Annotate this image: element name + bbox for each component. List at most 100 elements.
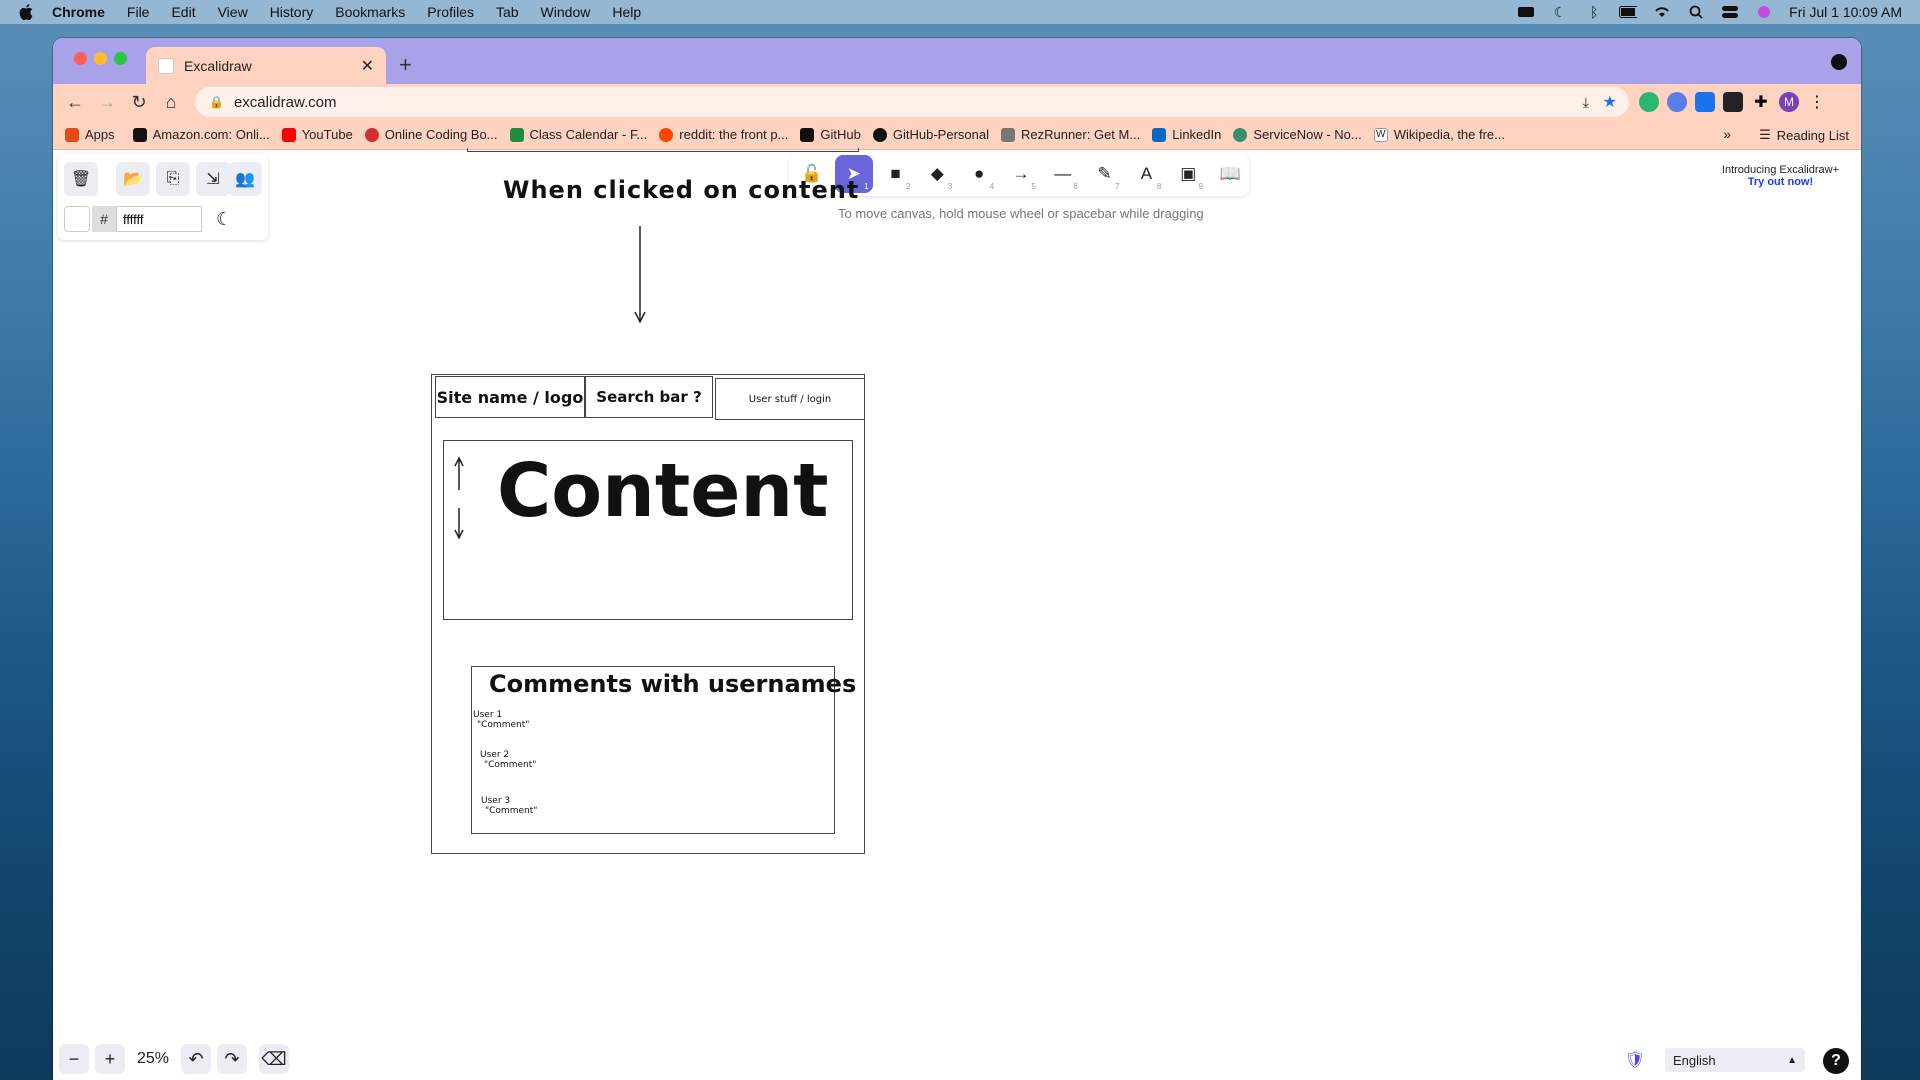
menu-help[interactable]: Help <box>612 4 641 20</box>
hex-color-input[interactable] <box>116 206 202 232</box>
apple-icon[interactable] <box>0 4 52 20</box>
wireframe-header-user[interactable]: User stuff / login <box>715 378 865 420</box>
comment-item[interactable]: User 1 "Comment" <box>473 710 529 730</box>
wireframe-content-label[interactable]: Content <box>497 448 828 534</box>
tool-shortcut: 2 <box>905 182 911 191</box>
extension-icon[interactable] <box>1667 92 1687 112</box>
trash-icon[interactable]: 🗑 <box>64 162 98 196</box>
keyboard-icon[interactable] <box>1517 5 1535 19</box>
bookmark-class-calendar[interactable]: Class Calendar - F... <box>509 127 647 142</box>
extension-icon[interactable] <box>1695 92 1715 112</box>
menu-history[interactable]: History <box>270 4 314 20</box>
bookmark-rezrunner[interactable]: RezRunner: Get M... <box>1000 127 1140 142</box>
reading-list-button[interactable]: ☰ Reading List <box>1759 127 1849 143</box>
dark-mode-toggle-icon[interactable]: ☾ <box>216 209 232 230</box>
comment-item[interactable]: User 3 "Comment" <box>481 796 537 816</box>
reload-icon[interactable]: ↻ <box>123 92 155 113</box>
zoom-level[interactable]: 25% <box>137 1050 169 1068</box>
library-icon[interactable]: 📖 <box>1211 155 1249 193</box>
address-url[interactable]: excalidraw.com <box>234 94 337 111</box>
zoom-window-button[interactable] <box>114 52 127 65</box>
home-icon[interactable]: ⌂ <box>155 92 187 113</box>
menu-bookmarks[interactable]: Bookmarks <box>335 4 405 20</box>
promo-link[interactable]: Try out now! <box>1722 176 1839 188</box>
minimize-window-button[interactable] <box>94 52 107 65</box>
export-file-icon[interactable]: ⎘ <box>156 162 190 196</box>
menubar-clock[interactable]: Fri Jul 1 10:09 AM <box>1789 4 1902 20</box>
line-icon[interactable]: —6 <box>1044 155 1082 193</box>
tab-search-icon[interactable] <box>1831 54 1847 70</box>
rectangle-icon[interactable]: ■ 2 <box>877 155 915 193</box>
address-bar[interactable]: 🔒 excalidraw.com ⤓ ★ <box>195 87 1629 117</box>
language-select[interactable]: English ▲ <box>1665 1048 1805 1072</box>
color-swatch[interactable] <box>64 206 90 232</box>
bookmark-github[interactable]: GitHub <box>800 127 861 142</box>
new-tab-button[interactable]: + <box>399 52 412 78</box>
menu-window[interactable]: Window <box>541 4 591 20</box>
extensions-puzzle-icon[interactable]: ✚ <box>1751 92 1771 112</box>
battery-icon[interactable] <box>1619 5 1638 19</box>
apps-grid-icon <box>65 127 79 142</box>
bluetooth-icon[interactable]: ᛒ <box>1585 4 1603 20</box>
menu-edit[interactable]: Edit <box>171 4 195 20</box>
comment-item[interactable]: User 2 "Comment" <box>480 750 536 770</box>
menu-profiles[interactable]: Profiles <box>427 4 474 20</box>
browser-tab[interactable]: Excalidraw ✕ <box>146 47 386 84</box>
bookmark-servicenow[interactable]: ServiceNow - No... <box>1233 127 1362 142</box>
zoom-out-icon[interactable]: − <box>59 1044 89 1074</box>
menu-tab[interactable]: Tab <box>496 4 519 20</box>
wifi-icon[interactable] <box>1653 5 1671 19</box>
down-arrow-icon[interactable] <box>633 226 647 326</box>
bookmark-github-personal[interactable]: GitHub-Personal <box>872 127 989 142</box>
help-icon[interactable]: ? <box>1823 1048 1849 1074</box>
forward-icon[interactable]: → <box>91 92 123 113</box>
pencil-icon[interactable]: ✎ 7 <box>1086 155 1124 193</box>
zoom-in-icon[interactable]: + <box>95 1044 125 1074</box>
menu-app-name[interactable]: Chrome <box>52 4 105 20</box>
wireframe-header-site[interactable]: Site name / logo <box>435 376 585 418</box>
excalidraw-plus-promo[interactable]: Introducing Excalidraw+ Try out now! <box>1722 164 1839 188</box>
collaborate-icon[interactable]: 👥 <box>228 162 262 196</box>
drawing-caption[interactable]: When clicked on content <box>503 176 859 204</box>
more-bookmarks-icon[interactable]: » <box>1723 126 1731 142</box>
lock-icon[interactable]: 🔒 <box>209 95 224 109</box>
close-window-button[interactable] <box>74 52 87 65</box>
wireframe-header-search[interactable]: Search bar ? <box>585 376 713 418</box>
chrome-menu-icon[interactable]: ⋮ <box>1807 92 1827 112</box>
wireframe-comments-title[interactable]: Comments with usernames <box>489 670 856 698</box>
extension-icon[interactable] <box>1723 92 1743 112</box>
eraser-icon[interactable]: ⌫ <box>259 1044 290 1074</box>
bookmark-youtube[interactable]: YouTube <box>281 127 353 142</box>
control-center-icon[interactable] <box>1721 5 1739 19</box>
bookmark-online-coding[interactable]: Online Coding Bo... <box>364 127 498 142</box>
image-icon[interactable]: ▣ 9 <box>1169 155 1207 193</box>
excalidraw-canvas[interactable]: 🗑 📂 ⎘ ⇲ 👥 # ☾ 🔓 ➤1 ■2 ◆3 ●4 →5 —6 ✎7 A8 … <box>53 148 1861 1080</box>
focus-moon-icon[interactable]: ☾ <box>1551 4 1569 20</box>
close-tab-icon[interactable]: ✕ <box>361 56 374 76</box>
export-image-icon[interactable]: ⇲ <box>196 162 230 196</box>
bookmark-amazon[interactable]: Amazon.com: Onli... <box>132 127 270 142</box>
redo-icon[interactable]: ↷ <box>217 1044 248 1074</box>
bookmark-reddit[interactable]: reddit: the front p... <box>659 127 788 142</box>
ellipse-icon[interactable]: ● 4 <box>960 155 998 193</box>
diamond-icon[interactable]: ◆ 3 <box>918 155 956 193</box>
install-app-icon[interactable]: ⤓ <box>1583 94 1589 111</box>
bookmark-apps[interactable]: Apps <box>65 127 115 142</box>
tool-glyph: — <box>1054 164 1072 183</box>
undo-icon[interactable]: ↶ <box>181 1044 212 1074</box>
arrow-icon[interactable]: → 5 <box>1002 155 1040 193</box>
shield-check-icon[interactable]: 🛡 <box>1625 1050 1645 1070</box>
menu-file[interactable]: File <box>127 4 150 20</box>
grammarly-extension-icon[interactable] <box>1639 92 1659 112</box>
menu-view[interactable]: View <box>218 4 248 20</box>
scroll-arrows-icon[interactable] <box>453 456 465 540</box>
bookmark-linkedin[interactable]: LinkedIn <box>1152 127 1221 142</box>
open-folder-icon[interactable]: 📂 <box>116 162 150 196</box>
spotlight-search-icon[interactable] <box>1687 5 1705 19</box>
bookmark-wikipedia[interactable]: W Wikipedia, the fre... <box>1373 127 1505 142</box>
back-icon[interactable]: ← <box>59 92 91 113</box>
profile-avatar[interactable]: M <box>1779 92 1799 112</box>
bookmark-star-icon[interactable]: ★ <box>1603 92 1617 112</box>
text-icon[interactable]: A8 <box>1128 155 1166 193</box>
siri-icon[interactable] <box>1755 5 1773 19</box>
